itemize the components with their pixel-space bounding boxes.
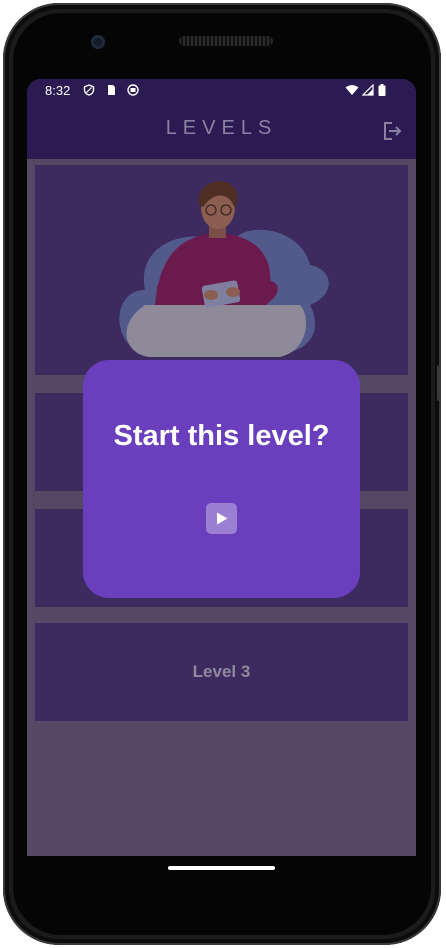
app-screen: 8:32 LEVELS Level 3 Start this level?	[27, 79, 416, 856]
level-card-3[interactable]: Level 3	[35, 623, 408, 721]
battery-icon	[378, 84, 386, 96]
wifi-icon	[345, 85, 359, 95]
status-bar: 8:32	[27, 79, 416, 103]
logout-icon[interactable]	[380, 119, 404, 143]
top-app-bar: LEVELS	[27, 103, 416, 159]
play-button[interactable]	[206, 503, 237, 534]
level-card-illustrated[interactable]	[35, 165, 408, 375]
page-title: LEVELS	[165, 117, 278, 139]
app-notification-icon	[127, 84, 139, 96]
start-level-dialog: Start this level?	[83, 360, 360, 598]
power-button	[437, 365, 441, 401]
status-time: 8:32	[45, 83, 71, 98]
dialog-title: Start this level?	[113, 420, 330, 452]
play-icon	[216, 512, 227, 525]
signal-icon	[362, 84, 374, 96]
sim-card-icon	[108, 85, 115, 95]
person-with-tablet-illustration	[119, 181, 329, 357]
earpiece-speaker	[179, 36, 273, 46]
level-label: Level 3	[192, 662, 251, 681]
front-camera	[91, 35, 105, 49]
home-gesture-bar[interactable]	[168, 866, 275, 870]
shield-icon	[83, 84, 95, 96]
